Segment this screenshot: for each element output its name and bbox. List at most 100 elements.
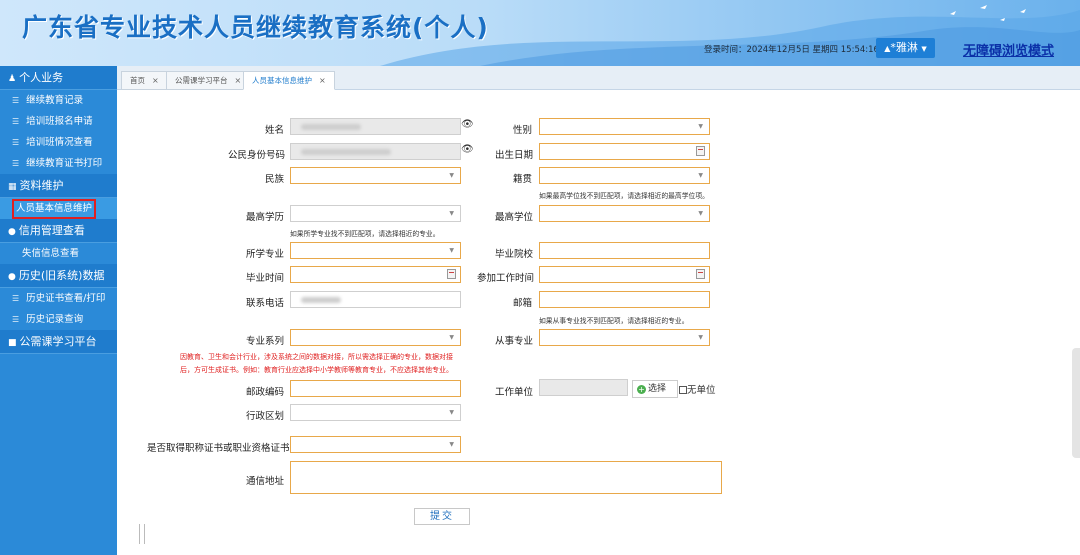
tab-home[interactable]: 首页 × bbox=[121, 71, 168, 90]
sidebar-group-data[interactable]: ▦ 资料维护 bbox=[0, 174, 117, 198]
gender-label: 性别 bbox=[513, 125, 533, 136]
work-major-select[interactable]: ▼ bbox=[539, 329, 710, 346]
list-icon: ☰ bbox=[12, 294, 20, 303]
pin-icon: ● bbox=[8, 227, 16, 237]
phone-label: 联系电话 bbox=[246, 298, 285, 309]
sidebar-item-training-apply[interactable]: ☰ 培训班报名申请 bbox=[0, 111, 117, 132]
gender-select[interactable]: ▼ bbox=[539, 118, 710, 135]
id-number-label: 公民身份号码 bbox=[228, 150, 286, 161]
close-icon[interactable]: × bbox=[235, 76, 242, 85]
chevron-down-icon: ▼ bbox=[449, 441, 454, 448]
sidebar-group-personal[interactable]: ♟ 个人业务 bbox=[0, 66, 117, 90]
education-select[interactable]: ▼ bbox=[290, 205, 461, 222]
email-label: 邮箱 bbox=[513, 298, 533, 309]
address-label: 通信地址 bbox=[246, 476, 285, 487]
square-icon: ■ bbox=[8, 338, 17, 348]
chevron-down-icon: ▼ bbox=[449, 210, 454, 217]
resize-handle[interactable] bbox=[139, 524, 145, 544]
nation-label: 民族 bbox=[265, 174, 285, 185]
address-field[interactable] bbox=[290, 461, 722, 494]
chevron-down-icon: ▼ bbox=[698, 210, 703, 217]
chevron-down-icon: ▼ bbox=[449, 247, 454, 254]
list-icon: ☰ bbox=[12, 117, 20, 126]
birth-date-label: 出生日期 bbox=[495, 150, 534, 161]
sidebar-group-history[interactable]: ● 历史(旧系统)数据 bbox=[0, 264, 117, 288]
name-label: 姓名 bbox=[265, 125, 285, 136]
work-unit-label: 工作单位 bbox=[495, 387, 534, 398]
certificate-select[interactable]: ▼ bbox=[290, 436, 461, 453]
sidebar-item-dishonest-info[interactable]: 失信信息查看 bbox=[0, 243, 117, 264]
school-label: 毕业院校 bbox=[495, 249, 534, 260]
eye-icon[interactable]: 👁 bbox=[461, 144, 474, 155]
pin-icon: ● bbox=[8, 272, 16, 282]
work-major-hint: 如果从事专业找不到匹配项，请选择相近的专业。 bbox=[539, 317, 689, 325]
close-icon[interactable]: × bbox=[319, 76, 326, 85]
calendar-icon[interactable] bbox=[696, 146, 705, 156]
calendar-icon[interactable] bbox=[696, 269, 705, 279]
birth-date-field[interactable] bbox=[539, 143, 710, 160]
work-unit-field[interactable] bbox=[539, 379, 628, 396]
degree-hint: 如果最高学位找不到匹配项，请选择相近的最高学位项。 bbox=[539, 192, 709, 200]
user-icon: ♟ bbox=[8, 74, 17, 84]
tab-personal-info[interactable]: 人员基本信息维护 × bbox=[243, 71, 335, 90]
login-time: 登录时间：2024年12月5日 星期四 15:54:16 bbox=[704, 45, 879, 55]
postcode-field[interactable] bbox=[290, 380, 461, 397]
nation-select[interactable]: ▼ bbox=[290, 167, 461, 184]
education-label: 最高学历 bbox=[246, 212, 285, 223]
sidebar-item-history-records[interactable]: ☰ 历史记录查询 bbox=[0, 309, 117, 330]
series-select[interactable]: ▼ bbox=[290, 329, 461, 346]
sidebar-group-public-course[interactable]: ■ 公需课学习平台 bbox=[0, 330, 117, 354]
system-title: 广东省专业技术人员继续教育系统(个人) bbox=[22, 13, 489, 42]
work-start-field[interactable] bbox=[539, 266, 710, 283]
district-select[interactable]: ▼ bbox=[290, 404, 461, 421]
native-place-label: 籍贯 bbox=[513, 174, 533, 185]
sidebar-group-credit[interactable]: ● 信用管理查看 bbox=[0, 219, 117, 243]
calendar-icon[interactable] bbox=[447, 269, 456, 279]
accessibility-mode-link[interactable]: 无障碍浏览模式 bbox=[963, 40, 1054, 59]
grad-time-label: 毕业时间 bbox=[246, 273, 285, 284]
certificate-label: 是否取得职称证书或职业资格证书 bbox=[147, 443, 290, 454]
sidebar-item-cert-print[interactable]: ☰ 继续教育证书打印 bbox=[0, 153, 117, 174]
no-unit-checkbox[interactable]: 无单位 bbox=[679, 382, 716, 396]
phone-field[interactable] bbox=[290, 291, 461, 308]
id-number-field[interactable] bbox=[290, 143, 461, 160]
side-toolbar[interactable] bbox=[1072, 348, 1080, 458]
series-label: 专业系列 bbox=[246, 336, 285, 347]
header-banner: 广东省专业技术人员继续教育系统(个人) 登录时间：2024年12月5日 星期四 … bbox=[0, 0, 1080, 66]
tab-bar: 首页 × 公需课学习平台 × 人员基本信息维护 × bbox=[117, 66, 1080, 90]
work-start-label: 参加工作时间 bbox=[477, 273, 535, 284]
chevron-down-icon: ▼ bbox=[921, 45, 927, 53]
major-label: 所学专业 bbox=[246, 249, 285, 260]
chevron-down-icon: ▼ bbox=[698, 123, 703, 130]
user-menu-button[interactable]: ▲*雅淋 ▼ bbox=[876, 38, 935, 58]
work-major-label: 从事专业 bbox=[495, 336, 534, 347]
list-icon: ☰ bbox=[12, 96, 20, 105]
email-field[interactable] bbox=[539, 291, 710, 308]
list-icon: ☰ bbox=[12, 315, 20, 324]
school-field[interactable] bbox=[539, 242, 710, 259]
major-select[interactable]: ▼ bbox=[290, 242, 461, 259]
degree-select[interactable]: ▼ bbox=[539, 205, 710, 222]
native-place-select[interactable]: ▼ bbox=[539, 167, 710, 184]
postcode-label: 邮政编码 bbox=[246, 387, 285, 398]
degree-label: 最高学位 bbox=[495, 212, 534, 223]
sidebar-item-history-cert[interactable]: ☰ 历史证书查看/打印 bbox=[0, 288, 117, 309]
list-icon: ☰ bbox=[12, 159, 20, 168]
chevron-down-icon: ▼ bbox=[449, 334, 454, 341]
grid-icon: ▦ bbox=[8, 182, 17, 192]
checkbox-icon bbox=[679, 386, 687, 394]
grad-time-field[interactable] bbox=[290, 266, 461, 283]
chevron-down-icon: ▼ bbox=[449, 172, 454, 179]
plus-icon: + bbox=[637, 385, 646, 394]
submit-button[interactable]: 提交 bbox=[414, 508, 470, 525]
sidebar-item-edu-records[interactable]: ☰ 继续教育记录 bbox=[0, 90, 117, 111]
name-field[interactable] bbox=[290, 118, 461, 135]
sidebar: ♟ 个人业务 ☰ 继续教育记录 ☰ 培训班报名申请 ☰ 培训班情况查看 ☰ 继续教育证书打… bbox=[0, 66, 117, 555]
select-unit-button[interactable]: + 选择 bbox=[632, 380, 678, 398]
close-icon[interactable]: × bbox=[152, 76, 159, 85]
sidebar-item-training-status[interactable]: ☰ 培训班情况查看 bbox=[0, 132, 117, 153]
tab-public-course[interactable]: 公需课学习平台 × bbox=[166, 71, 251, 90]
sidebar-item-personal-info[interactable]: 人员基本信息维护 bbox=[0, 198, 117, 219]
eye-icon[interactable]: 👁 bbox=[461, 119, 474, 130]
list-icon: ☰ bbox=[12, 138, 20, 147]
